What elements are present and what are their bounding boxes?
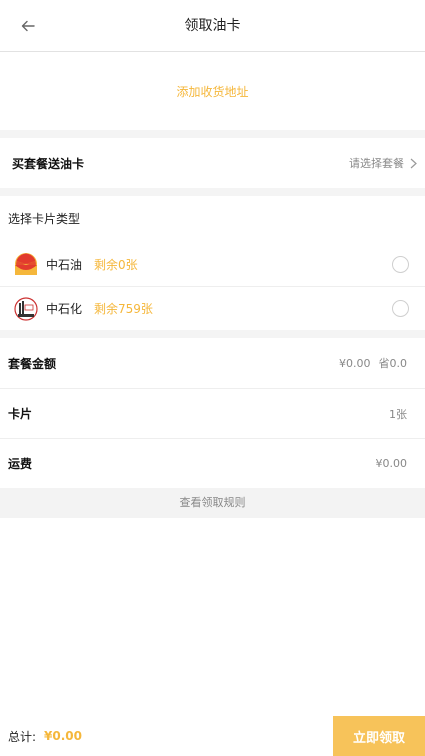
package-amount-label: 套餐金额	[8, 356, 57, 371]
shipping-row: 运费 ¥0.00	[0, 438, 425, 488]
card-count-value: 1张	[389, 407, 407, 421]
card-type-title: 选择卡片类型	[0, 196, 425, 242]
footer-bar: 总计: ¥0.00 立即领取	[0, 716, 425, 756]
package-select[interactable]: 请选择套餐	[349, 155, 417, 171]
card-brand: 中石化	[46, 302, 83, 316]
package-saved: 省0.0	[378, 357, 408, 370]
total-value: ¥0.00	[44, 729, 83, 743]
header-bar: 领取油卡	[0, 0, 425, 52]
package-amount-row: 套餐金额 ¥0.00 省0.0	[0, 338, 425, 388]
shipping-label: 运费	[8, 457, 33, 471]
package-placeholder: 请选择套餐	[349, 157, 404, 170]
package-amount: ¥0.00	[339, 357, 371, 370]
card-radio-petrochina[interactable]	[392, 255, 409, 273]
sinopec-logo-icon	[14, 296, 38, 321]
card-option-sinopec[interactable]: 中石化 剩余759张	[0, 286, 425, 330]
claim-button[interactable]: 立即领取	[333, 716, 425, 756]
card-count-row: 卡片 1张	[0, 388, 425, 438]
package-amount-value: ¥0.00 省0.0	[339, 355, 407, 371]
card-count-label: 卡片	[8, 407, 33, 421]
chevron-right-icon	[410, 158, 417, 168]
section-divider	[0, 130, 425, 138]
total-label: 总计:	[8, 729, 37, 744]
card-brand: 中石油	[46, 257, 83, 272]
package-selector[interactable]: 买套餐送油卡 请选择套餐	[0, 138, 425, 188]
card-radio-sinopec[interactable]	[392, 300, 409, 317]
petrochina-logo-icon	[15, 253, 37, 275]
add-address-link[interactable]: 添加收货地址	[176, 83, 248, 100]
card-option-petrochina[interactable]: 中石油 剩余0张	[0, 242, 425, 286]
address-section: 添加收货地址	[0, 52, 425, 130]
total-section: 总计: ¥0.00	[0, 728, 82, 745]
view-rules-link[interactable]: 查看领取规则	[0, 488, 425, 518]
card-remaining: 剩余759张	[94, 302, 153, 316]
section-divider	[0, 188, 425, 196]
card-remaining: 剩余0张	[94, 257, 138, 272]
shipping-value: ¥0.00	[375, 457, 408, 470]
section-divider	[0, 330, 425, 338]
page-title: 领取油卡	[184, 18, 241, 34]
package-title: 买套餐送油卡	[12, 156, 85, 171]
